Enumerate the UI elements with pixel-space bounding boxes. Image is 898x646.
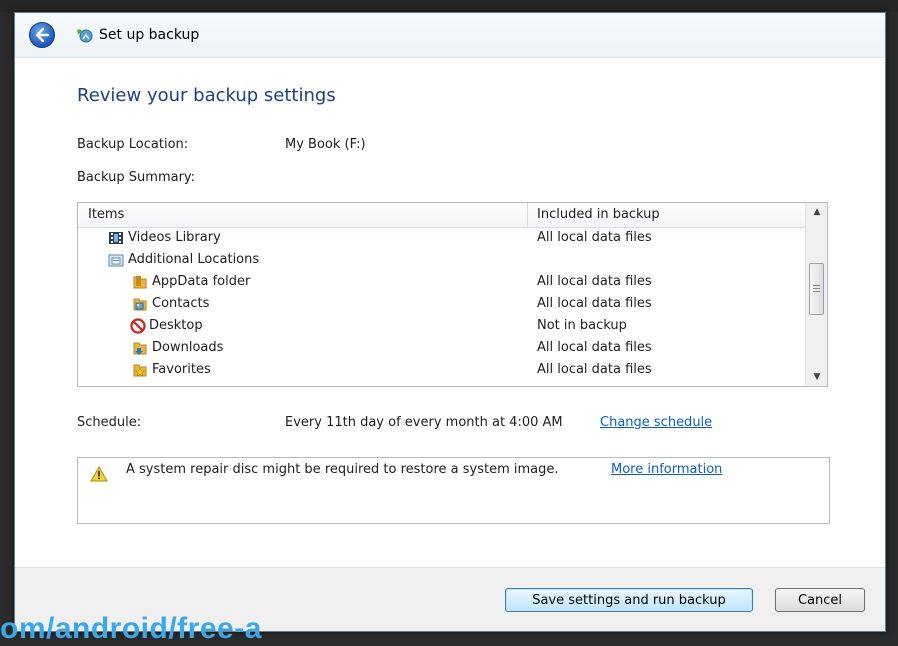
warning-icon xyxy=(90,466,108,482)
item-name: AppData folder xyxy=(152,274,251,289)
item-included: All local data files xyxy=(537,230,652,245)
list-item[interactable]: AppData folder All local data files xyxy=(78,271,805,293)
item-name: Downloads xyxy=(152,340,224,355)
downloads-icon xyxy=(133,342,147,355)
item-included: All local data files xyxy=(537,274,652,289)
schedule-label: Schedule: xyxy=(77,415,142,430)
list-item[interactable]: Additional Locations xyxy=(78,249,805,271)
notice-text: A system repair disc might be required t… xyxy=(126,462,559,477)
vertical-scrollbar[interactable]: ▲ ▼ xyxy=(805,203,827,386)
watermark-text: om/android/free-a xyxy=(0,612,262,645)
set-up-backup-window: Set up backup Review your backup setting… xyxy=(14,12,886,632)
cancel-button[interactable]: Cancel xyxy=(775,588,865,612)
grip-icon xyxy=(813,285,820,286)
item-included: All local data files xyxy=(537,340,652,355)
videos-library-icon xyxy=(109,232,123,244)
backup-location-label: Backup Location: xyxy=(77,137,189,152)
column-header-items[interactable]: Items xyxy=(88,207,124,222)
folder-icon xyxy=(133,276,147,289)
item-name: Desktop xyxy=(149,318,203,333)
backup-summary-list[interactable]: Items Included in backup Videos Library … xyxy=(77,202,828,387)
list-item[interactable]: Favorites All local data files xyxy=(78,359,805,381)
back-arrow-icon xyxy=(35,27,50,43)
item-included: Not in backup xyxy=(537,318,627,333)
list-header: Items Included in backup xyxy=(78,203,805,228)
scroll-up-button[interactable]: ▲ xyxy=(806,203,827,221)
scrollbar-thumb[interactable] xyxy=(809,263,824,315)
change-schedule-link[interactable]: Change schedule xyxy=(600,415,712,430)
item-included: All local data files xyxy=(537,362,652,377)
scroll-down-button[interactable]: ▼ xyxy=(806,368,827,386)
column-divider[interactable] xyxy=(527,203,528,227)
contacts-icon xyxy=(133,298,147,311)
title-bar: Set up backup xyxy=(15,13,885,58)
column-header-included[interactable]: Included in backup xyxy=(537,207,660,222)
system-repair-notice: A system repair disc might be required t… xyxy=(77,457,830,524)
not-included-icon xyxy=(130,318,146,334)
backup-summary-label: Backup Summary: xyxy=(77,170,196,185)
item-name: Favorites xyxy=(152,362,211,377)
more-information-link[interactable]: More information xyxy=(611,462,722,477)
additional-locations-icon xyxy=(108,254,124,267)
item-name: Videos Library xyxy=(128,230,221,245)
list-item[interactable]: Desktop Not in backup xyxy=(78,315,805,337)
backup-app-icon xyxy=(77,29,93,43)
background-strip xyxy=(0,0,898,12)
save-and-run-button[interactable]: Save settings and run backup xyxy=(505,588,753,612)
list-item[interactable]: Videos Library All local data files xyxy=(78,227,805,249)
list-item[interactable]: Contacts All local data files xyxy=(78,293,805,315)
item-name: Contacts xyxy=(152,296,210,311)
schedule-value: Every 11th day of every month at 4:00 AM xyxy=(285,415,563,430)
page-heading: Review your backup settings xyxy=(77,85,336,106)
list-item[interactable]: Downloads All local data files xyxy=(78,337,805,359)
item-name: Additional Locations xyxy=(128,252,260,267)
backup-location-value: My Book (F:) xyxy=(285,137,366,152)
favorites-icon xyxy=(133,364,147,377)
back-button[interactable] xyxy=(29,22,55,48)
content-area: Review your backup settings Backup Locat… xyxy=(15,57,885,567)
item-included: All local data files xyxy=(537,296,652,311)
window-title: Set up backup xyxy=(99,27,200,43)
